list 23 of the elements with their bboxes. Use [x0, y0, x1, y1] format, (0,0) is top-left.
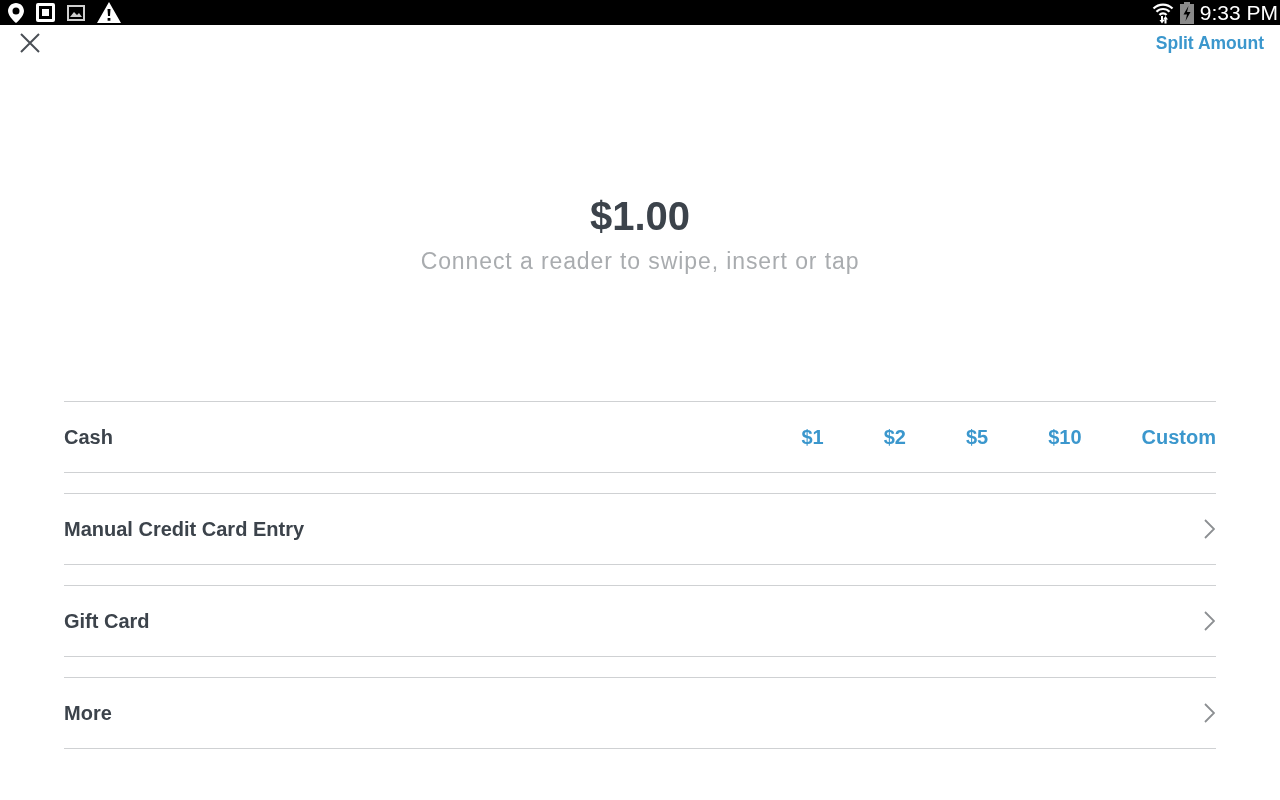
close-button[interactable] — [20, 33, 40, 53]
payment-method-item[interactable]: Manual Credit Card Entry — [64, 493, 1216, 565]
cash-amount-button[interactable]: $2 — [883, 425, 906, 449]
status-time: 9:33 PM — [1199, 0, 1278, 25]
cash-amount-button[interactable]: $10 — [1048, 425, 1082, 449]
reader-prompt: Connect a reader to swipe, insert or tap — [420, 247, 860, 275]
chevron-right-icon — [1204, 519, 1215, 539]
cash-label: Cash — [64, 425, 113, 449]
image-icon — [67, 4, 85, 21]
location-pin-icon — [8, 2, 24, 23]
close-icon — [20, 33, 40, 53]
payment-method-item[interactable]: Gift Card — [64, 585, 1216, 657]
cash-amount-button[interactable]: Custom — [1141, 425, 1216, 449]
split-amount-button[interactable]: Split Amount — [1155, 32, 1264, 54]
payment-method-item[interactable]: More — [64, 677, 1216, 749]
warning-icon — [97, 2, 121, 23]
wifi-icon — [1151, 1, 1174, 24]
chevron-right-icon — [1204, 611, 1215, 631]
chevron-right-icon — [1204, 703, 1215, 723]
cash-amount-button[interactable]: $5 — [965, 425, 989, 449]
cash-amount-button[interactable]: $1 — [801, 425, 824, 449]
amount-due: $1.00 — [589, 193, 691, 240]
battery-icon — [1179, 1, 1194, 24]
